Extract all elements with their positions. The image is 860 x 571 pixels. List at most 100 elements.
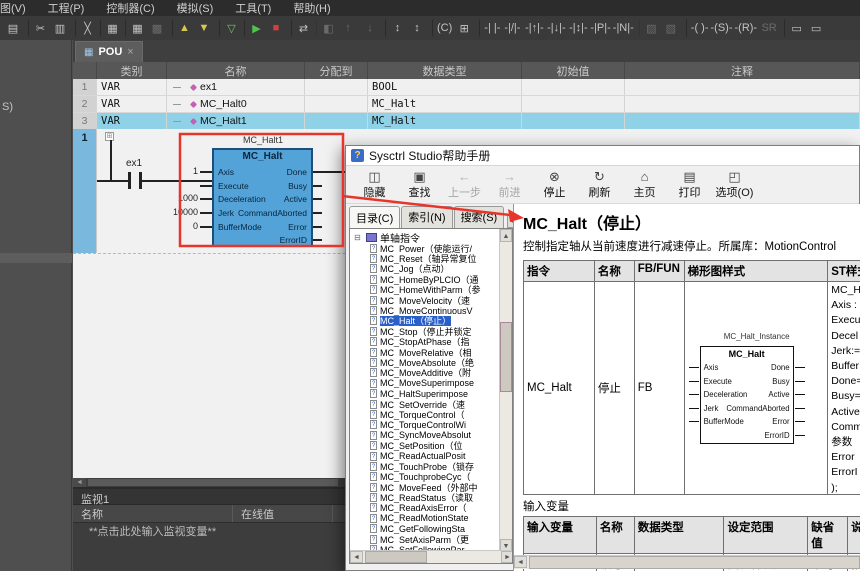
library-icon[interactable]: ▦ [100,19,120,37]
cut-icon[interactable]: ✂ [28,19,48,37]
tree-item[interactable]: ? MC_ReadStatus（读取 [354,492,500,503]
contact-open-icon[interactable]: -| |- [479,19,500,37]
coil-icon[interactable]: -( )- [685,19,709,37]
download-icon[interactable]: ▼ [194,19,214,37]
copy-icon[interactable]: ▤ [3,19,23,37]
tree-item[interactable]: ? MC_MoveFeed（外部中 [354,482,500,492]
tab-contents[interactable]: 目录(C) [349,206,401,229]
collapse-icon[interactable]: ⊟ [354,233,363,242]
upload-icon[interactable]: ▲ [172,19,192,37]
compile-icon[interactable]: (C) [432,19,452,37]
tree-item[interactable]: ? MC_Halt（停止） [354,315,500,327]
sync-icon[interactable]: ⇄ [291,19,311,37]
scroll-up-icon[interactable]: ▲ [500,229,512,242]
scroll-left-icon[interactable]: ◄ [514,556,527,568]
cell-initial[interactable] [522,113,625,129]
cell-comment[interactable] [625,96,860,112]
cell-comment[interactable] [625,79,860,95]
tree-item[interactable]: ? MC_HaltSuperimpose [354,388,500,399]
table-row[interactable]: 3 VAR MC_Halt1 MC_Halt [73,113,860,130]
coil-reset-icon[interactable]: -(R)- [735,19,758,37]
help-toolbar-button[interactable]: ⊗ 停止 [532,166,577,203]
run-icon[interactable]: ▶ [244,19,264,37]
contact-n-icon[interactable]: -|N|- [613,19,634,37]
menu-item[interactable]: 控制器(C) [106,0,154,16]
contact-icon[interactable] [128,172,131,189]
cell-datatype[interactable]: BOOL [368,79,522,95]
content-hscrollbar[interactable]: ◄ [514,555,860,569]
scroll-left-icon[interactable]: ◄ [350,551,363,563]
header-name[interactable]: 名称 [167,62,305,79]
vartable-icon[interactable]: ▦ [125,19,145,37]
cell-name[interactable]: ex1 [167,79,305,95]
nav-up-icon[interactable]: ↑ [338,19,358,37]
cell-category[interactable]: VAR [97,79,167,95]
cell-comment[interactable] [625,113,860,129]
header-comment[interactable]: 注释 [625,62,860,79]
help-toolbar-button[interactable]: ← 上一步 [442,166,487,203]
filter-icon[interactable]: ▽ [219,19,239,37]
help-titlebar[interactable]: ? Sysctrl Studio帮助手册 [346,146,859,166]
mc-halt-function-block[interactable]: MC_Halt 1 Axis Done Execute Busy 1000 De… [173,148,345,247]
menu-item[interactable]: 工程(P) [48,0,85,16]
contact-falling-icon[interactable]: -|↓|- [546,19,566,37]
watch-header-name[interactable]: 名称 [73,505,233,522]
tree-item[interactable]: ? MC_Power（使能运行/ [354,243,500,253]
inline-mon-icon[interactable]: ▨ [638,19,659,37]
tab-search[interactable]: 搜索(S) [453,206,505,228]
cell-datatype[interactable]: MC_Halt [368,96,522,112]
tree-item[interactable]: ? MC_MoveContinuousV [354,305,500,316]
scroll-thumb[interactable] [88,479,338,486]
cell-category[interactable]: VAR [97,113,167,129]
tree-item[interactable]: ? MC_SyncMoveAbsolut [354,430,500,440]
menu-item[interactable]: 工具(T) [235,0,271,16]
tree-item[interactable]: ? MC_GetFollowingSta [354,524,500,534]
vartable2-icon[interactable]: ▩ [147,19,167,37]
delete-icon[interactable]: ╳ [75,19,95,37]
tree-item[interactable]: ? MC_SetPosition（位 [354,440,500,451]
scroll-right-icon[interactable]: ► [501,551,512,563]
left-panel-splitter[interactable] [0,253,72,263]
cell-category[interactable]: VAR [97,96,167,112]
input-value[interactable]: 10000 [173,207,198,217]
tree-item[interactable]: ? MC_TorqueControlWi [354,420,500,430]
header-initial[interactable]: 初始值 [522,62,625,79]
scroll-thumb[interactable] [365,551,427,563]
tree-item[interactable]: ? MC_ReadAxisError（ [354,503,500,513]
tree-item[interactable]: ? MC_MoveAbsolute（绝 [354,357,500,368]
tree-item[interactable]: ? MC_MoveSuperimpose [354,378,500,388]
blocks-icon[interactable]: ⊞ [454,19,474,37]
tree-item[interactable]: ? MC_Stop（停止并锁定 [354,326,500,337]
menu-item[interactable]: 图(V) [0,0,26,16]
tab-close-icon[interactable]: × [127,47,133,58]
coil-set-icon[interactable]: -(S)- [711,19,733,37]
rung-number[interactable]: 1 [73,129,97,253]
help-toolbar-button[interactable]: ↻ 刷新 [577,166,622,203]
tree-item[interactable]: ? MC_Jog（点动） [354,264,500,274]
header-category[interactable]: 类别 [97,62,167,79]
tree-item[interactable]: ? MC_SetOverride（速 [354,399,500,409]
header-assigned[interactable]: 分配到 [305,62,368,79]
scroll-left-icon[interactable]: ◄ [73,478,86,487]
tree-folder[interactable]: ⊟ 单轴指令 [354,231,500,243]
input-value[interactable]: 1000 [178,193,198,203]
tree-item[interactable]: ? MC_Reset（轴异常复位 [354,253,500,264]
tree-item[interactable]: ? MC_TorqueControl（ [354,409,500,420]
sr-icon[interactable]: SR [759,19,779,37]
input-value[interactable]: 1 [193,166,198,176]
help-toolbar-button[interactable]: ◫ 隐藏 [352,166,397,203]
stop-icon[interactable]: ■ [266,19,286,37]
help-toolbar-button[interactable]: ◰ 选项(O) [712,166,757,203]
tree-item[interactable]: ? MC_SetAxisParm（更 [354,534,500,544]
table-row[interactable]: 2 VAR MC_Halt0 MC_Halt [73,96,860,113]
tree-item[interactable]: ? MC_MoveVelocity（速 [354,295,500,305]
cell-assigned[interactable] [305,96,368,112]
scroll-thumb[interactable] [529,556,860,569]
tree-vscrollbar[interactable]: ▲ ▼ [499,229,512,552]
scroll-thumb[interactable] [500,322,512,392]
tree-item[interactable]: ? MC_TouchprobeCyc（ [354,472,500,482]
help-toolbar-button[interactable]: ⌂ 主页 [622,166,667,203]
tree-item[interactable]: ? MC_MoveRelative（相 [354,347,500,357]
contact-rising-icon[interactable]: -|↑|- [524,19,544,37]
inline-edit-icon[interactable]: ▧ [661,19,681,37]
